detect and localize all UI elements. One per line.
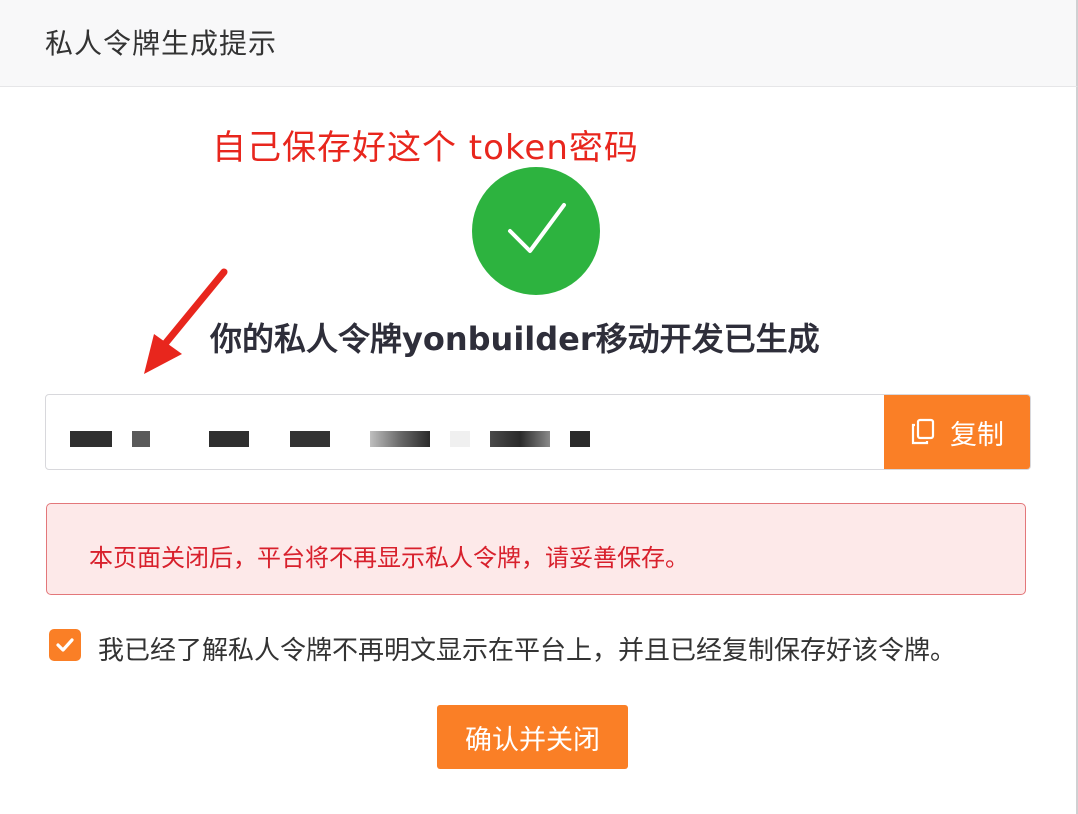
token-masked-segment <box>490 431 550 447</box>
warning-alert: 本页面关闭后，平台将不再显示私人令牌，请妥善保存。 <box>46 503 1026 595</box>
token-field[interactable] <box>46 395 882 469</box>
token-container: 复制 <box>45 394 1031 470</box>
token-masked-segment <box>450 431 470 447</box>
token-masked-segment <box>70 431 112 447</box>
token-masked-segment <box>290 431 330 447</box>
copy-button-label: 复制 <box>950 419 1004 451</box>
token-masked-segment <box>132 431 150 447</box>
confirm-close-button[interactable]: 确认并关闭 <box>437 705 628 769</box>
dialog-title: 私人令牌生成提示 <box>45 27 278 60</box>
checkbox-check-icon <box>56 638 74 652</box>
acknowledge-checkbox[interactable] <box>49 629 81 661</box>
token-masked-segment <box>370 431 430 447</box>
token-masked-segment <box>570 431 590 447</box>
copy-icon <box>911 418 935 445</box>
success-headline: 你的私人令牌yonbuilder移动开发已生成 <box>210 320 820 358</box>
dialog-header: 私人令牌生成提示 <box>0 0 1078 87</box>
warning-text: 本页面关闭后，平台将不再显示私人令牌，请妥善保存。 <box>89 544 689 572</box>
annotation-text: 自己保存好这个 token密码 <box>212 128 639 168</box>
success-badge <box>472 167 600 295</box>
acknowledge-label[interactable]: 我已经了解私人令牌不再明文显示在平台上，并且已经复制保存好该令牌。 <box>98 630 956 667</box>
copy-button[interactable]: 复制 <box>884 395 1030 469</box>
token-masked-segment <box>209 431 249 447</box>
checkmark-icon <box>508 203 566 253</box>
